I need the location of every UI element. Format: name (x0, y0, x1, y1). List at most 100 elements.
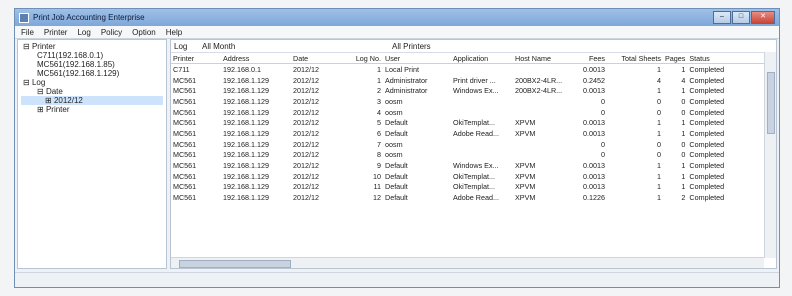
table-row[interactable]: MC561 192.168.1.129 2012/12 8 oosm 0 0 0 Complet… (171, 150, 776, 161)
table-cell (451, 139, 513, 150)
table-cell: 0.0013 (583, 64, 605, 74)
menu-bar: File Printer Log Policy Option Help (15, 26, 779, 39)
table-cell: MC561 (173, 161, 197, 171)
table-row[interactable]: MC561 192.168.1.129 2012/12 7 oosm 0 0 0 Complet… (171, 139, 776, 150)
table-cell: MC561 (173, 118, 197, 128)
table-cell: MC561 (173, 150, 197, 160)
table-cell: 2012/12 (293, 75, 319, 85)
table-cell: 192.168.1.129 (223, 193, 269, 203)
table-cell: Completed (689, 86, 725, 96)
tree-label: C711(192.168.0.1) (37, 51, 104, 60)
table-row[interactable]: C711 192.168.0.1 2012/12 1 Local Print 0.0013… (171, 64, 776, 75)
col-pages[interactable]: Pages (663, 53, 688, 64)
tree-node-printer-1[interactable]: C711(192.168.0.1) (21, 51, 163, 60)
table-cell: 0.0013 (583, 128, 605, 138)
table-cell: 3 (377, 96, 381, 106)
table-cell: 1 (681, 161, 686, 171)
table-cell: 192.168.1.129 (223, 182, 269, 192)
table-cell: 1 (657, 86, 661, 96)
table-row[interactable]: MC561 192.168.1.129 2012/12 4 oosm 0 0 0 Complet… (171, 107, 776, 118)
table-cell: Default (385, 161, 408, 171)
tree-label: Printer (31, 42, 56, 51)
col-address[interactable]: Address (221, 53, 291, 64)
table-row[interactable]: MC561 192.168.1.129 2012/12 5 Default OkiTemp… (171, 117, 776, 128)
col-log-no[interactable]: Log No. (345, 53, 383, 64)
menu-file[interactable]: File (21, 28, 34, 37)
tree-node-printer[interactable]: ⊟ Printer (21, 42, 163, 51)
table-cell: Default (385, 128, 408, 138)
tree-node-log-printer[interactable]: ⊞ Printer (21, 105, 163, 114)
table-cell: 192.168.1.129 (223, 171, 269, 181)
col-host-name[interactable]: Host Name (513, 53, 575, 64)
tree-node-date[interactable]: ⊟ Date (21, 87, 163, 96)
col-fees[interactable]: Fees (575, 53, 607, 64)
menu-policy[interactable]: Policy (101, 28, 122, 37)
col-date[interactable]: Date (291, 53, 345, 64)
table-cell: XPVM (515, 171, 536, 181)
table-cell: XPVM (515, 128, 536, 138)
title-bar[interactable]: Print Job Accounting Enterprise – □ ✕ (15, 9, 779, 26)
menu-printer[interactable]: Printer (44, 28, 68, 37)
table-row[interactable]: MC561 192.168.1.129 2012/12 10 Default OkiTem… (171, 171, 776, 182)
month-filter[interactable]: All Month (202, 42, 392, 51)
table-cell: 0 (657, 139, 661, 149)
table-cell: 1 (657, 193, 661, 203)
menu-option[interactable]: Option (132, 28, 156, 37)
tree-node-date-2012-12[interactable]: ⊞ 2012/12 (21, 96, 163, 105)
table-cell: 192.168.1.129 (223, 86, 269, 96)
col-status[interactable]: Status (687, 53, 776, 64)
table-row[interactable]: MC561 192.168.1.129 2012/12 9 Default Windows… (171, 160, 776, 171)
table-cell: oosm (385, 96, 403, 106)
table-row[interactable]: MC561 192.168.1.129 2012/12 6 Default Adobe R… (171, 128, 776, 139)
tree-node-printer-2[interactable]: MC561(192.168.1.85) (21, 60, 163, 69)
table-row[interactable]: MC561 192.168.1.129 2012/12 11 Default OkiTem… (171, 182, 776, 193)
app-window: Print Job Accounting Enterprise – □ ✕ Fi… (14, 8, 780, 288)
table-cell: 2012/12 (293, 139, 319, 149)
horizontal-scrollbar[interactable] (171, 257, 764, 268)
table-cell: MC561 (173, 96, 197, 106)
table-cell: OkiTemplat... (453, 171, 495, 181)
tree-node-printer-3[interactable]: MC561(192.168.1.129) (21, 69, 163, 78)
table-cell: 10 (373, 171, 381, 181)
menu-help[interactable]: Help (166, 28, 182, 37)
table-cell: Windows Ex... (453, 161, 499, 171)
close-button[interactable]: ✕ (751, 11, 775, 24)
table-cell: 2 (681, 193, 686, 203)
col-application[interactable]: Application (451, 53, 513, 64)
col-user[interactable]: User (383, 53, 451, 64)
table-cell (451, 96, 513, 107)
tree-node-log[interactable]: ⊟ Log (21, 78, 163, 87)
table-cell: 2012/12 (293, 171, 319, 181)
table-cell: 1 (657, 64, 661, 74)
table-cell: 1 (657, 161, 661, 171)
table-cell: 192.168.1.129 (223, 107, 269, 117)
table-row[interactable]: MC561 192.168.1.129 2012/12 2 Administrator W… (171, 85, 776, 96)
table-cell: 0 (601, 96, 605, 106)
menu-log[interactable]: Log (77, 28, 90, 37)
table-row[interactable]: MC561 192.168.1.129 2012/12 3 oosm 0 0 0 Complet… (171, 96, 776, 107)
scroll-thumb[interactable] (767, 72, 775, 134)
table-cell: 192.168.1.129 (223, 161, 269, 171)
table-cell: 192.168.1.129 (223, 128, 269, 138)
minimize-button[interactable]: – (713, 11, 731, 24)
table-cell: 2012/12 (293, 128, 319, 138)
col-printer[interactable]: Printer (171, 53, 221, 64)
table-cell: 1 (657, 182, 661, 192)
table-cell: Completed (689, 171, 725, 181)
col-total-sheets[interactable]: Total Sheets (607, 53, 663, 64)
table-cell: Administrator (385, 86, 428, 96)
scroll-thumb[interactable] (179, 260, 291, 268)
table-cell: Completed (689, 193, 725, 203)
table-cell: Print driver ... (453, 75, 496, 85)
table-body: C711 192.168.0.1 2012/12 1 Local Print 0.0013… (171, 64, 776, 203)
table-cell: 0.0013 (583, 171, 605, 181)
maximize-button[interactable]: □ (732, 11, 750, 24)
table-cell: Local Print (385, 64, 419, 74)
table-cell: 5 (377, 118, 381, 128)
table-row[interactable]: MC561 192.168.1.129 2012/12 1 Administrator P… (171, 75, 776, 86)
printer-filter[interactable]: All Printers (392, 42, 431, 51)
table-cell: Completed (689, 161, 725, 171)
window-controls: – □ ✕ (712, 11, 775, 24)
vertical-scrollbar[interactable] (764, 52, 776, 258)
table-row[interactable]: MC561 192.168.1.129 2012/12 12 Default Adobe … (171, 192, 776, 203)
